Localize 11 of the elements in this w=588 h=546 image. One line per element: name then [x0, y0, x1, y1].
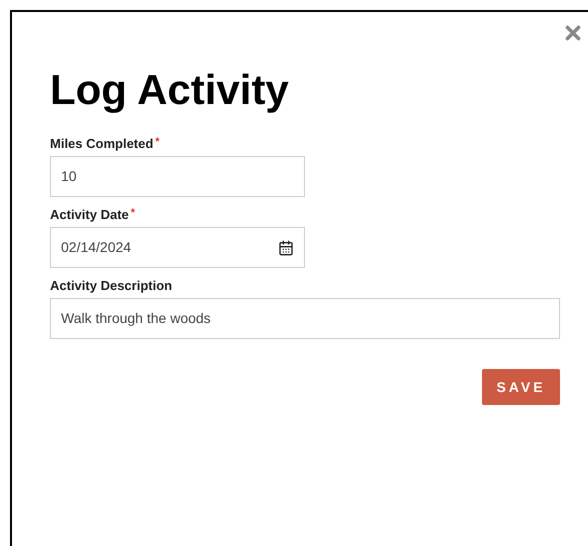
calendar-icon: [278, 240, 294, 256]
input-field[interactable]: 10: [50, 156, 305, 197]
save-button[interactable]: SAVE: [482, 369, 560, 405]
required-mark: *: [155, 136, 160, 148]
dialog-title: Log Activity: [50, 65, 290, 115]
field-label: Miles Completed: [50, 136, 154, 152]
date-field[interactable]: 02/14/2024: [50, 227, 305, 268]
field-label: Activity Description: [50, 278, 172, 294]
field-label: Activity Date: [50, 207, 129, 223]
input-field[interactable]: Walk through the woods: [50, 298, 560, 339]
required-mark: *: [130, 207, 136, 219]
